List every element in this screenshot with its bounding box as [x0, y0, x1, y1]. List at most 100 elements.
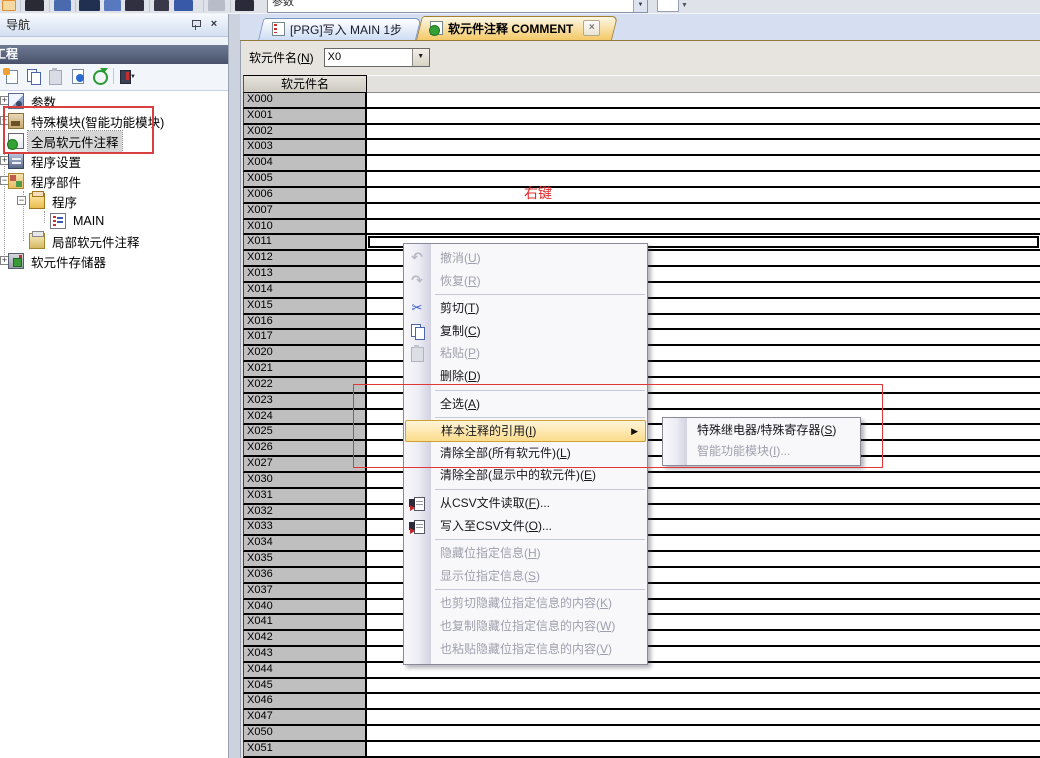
device-name-cell[interactable]: X020	[243, 346, 367, 362]
toolbar-button-icon[interactable]	[2, 0, 16, 11]
device-name-cell[interactable]: X022	[243, 378, 367, 394]
device-name-cell[interactable]: X050	[243, 726, 367, 742]
menu-item[interactable]: 显示位指定信息(S)	[404, 565, 647, 588]
device-name-cell[interactable]: X047	[243, 710, 367, 726]
device-name-cell[interactable]: X005	[243, 172, 367, 188]
tree-item-main-document[interactable]: MAIN	[0, 211, 228, 231]
toolbar-button-icon[interactable]	[235, 0, 254, 11]
comment-cell[interactable]	[367, 710, 1040, 726]
device-name-cell[interactable]: X046	[243, 694, 367, 710]
comment-cell[interactable]	[367, 694, 1040, 710]
device-name-cell[interactable]: X040	[243, 600, 367, 616]
device-name-cell[interactable]: X000	[243, 93, 367, 109]
device-name-cell[interactable]: X030	[243, 473, 367, 489]
pin-icon[interactable]	[189, 18, 202, 31]
comment-cell[interactable]	[367, 125, 1040, 141]
device-name-cell[interactable]: X017	[243, 330, 367, 346]
device-name-cell[interactable]: X001	[243, 109, 367, 125]
device-name-cell[interactable]: X013	[243, 267, 367, 283]
comment-cell[interactable]	[367, 172, 1040, 188]
menu-item[interactable]: 也粘贴隐藏位指定信息的内容(V)	[404, 638, 647, 661]
device-name-cell[interactable]: X045	[243, 679, 367, 695]
device-name-cell[interactable]: X037	[243, 584, 367, 600]
device-name-cell[interactable]: X006	[243, 188, 367, 204]
tree-item-global-comment[interactable]: 全局软元件注释	[0, 131, 228, 151]
device-name-cell[interactable]: X031	[243, 489, 367, 505]
tree-item-device-memory[interactable]: +软元件存储器	[0, 251, 228, 271]
device-name-cell[interactable]: X007	[243, 204, 367, 220]
device-name-cell[interactable]: X025	[243, 425, 367, 441]
comment-cell[interactable]	[367, 726, 1040, 742]
nav-copy-icon[interactable]	[25, 68, 43, 85]
toolbar-button-icon[interactable]	[125, 0, 144, 11]
device-name-cell[interactable]: X032	[243, 505, 367, 521]
device-name-cell[interactable]: X027	[243, 457, 367, 473]
toolbar-button-icon[interactable]	[79, 0, 100, 11]
chevron-down-icon[interactable]: ▼	[681, 2, 688, 9]
device-name-cell[interactable]: X051	[243, 742, 367, 758]
device-name-cell[interactable]: X042	[243, 631, 367, 647]
nav-new-icon[interactable]	[3, 68, 21, 85]
device-name-cell[interactable]: X024	[243, 410, 367, 426]
submenu-item[interactable]: 智能功能模块(I)...	[663, 441, 860, 462]
device-name-cell[interactable]: X033	[243, 520, 367, 536]
nav-property-icon[interactable]	[69, 68, 87, 85]
toolbar-button-icon[interactable]	[208, 0, 225, 11]
comment-cell[interactable]	[367, 188, 1040, 204]
comment-cell[interactable]	[367, 663, 1040, 679]
toolbar-button-icon[interactable]	[174, 0, 193, 11]
menu-item[interactable]: 剪切(T)✂	[404, 297, 647, 320]
nav-sort-icon[interactable]: ▼	[118, 68, 136, 85]
device-name-cell[interactable]: X035	[243, 552, 367, 568]
tree-item-special-module[interactable]: +特殊模块(智能功能模块)	[0, 111, 228, 131]
menu-item[interactable]: 也剪切隐藏位指定信息的内容(K)	[404, 592, 647, 615]
nav-refresh-icon[interactable]	[91, 68, 109, 85]
device-name-cell[interactable]: X015	[243, 299, 367, 315]
menu-item[interactable]: 粘贴(P)	[404, 342, 647, 365]
comment-cell[interactable]	[367, 204, 1040, 220]
comment-cell[interactable]	[367, 220, 1040, 236]
comment-cell[interactable]	[367, 140, 1040, 156]
menu-item[interactable]: 撤消(U)↶	[404, 247, 647, 270]
device-name-cell[interactable]: X043	[243, 647, 367, 663]
tree-item-parameter[interactable]: +参数	[0, 91, 228, 111]
device-name-cell[interactable]: X041	[243, 615, 367, 631]
toolbar-combobox[interactable]: 参数 ▼	[267, 0, 648, 13]
comment-cell[interactable]	[367, 93, 1040, 109]
tab-program-main[interactable]: [PRG]写入 MAIN 1步	[258, 18, 416, 40]
toolbar-button-icon[interactable]	[104, 0, 121, 11]
close-icon[interactable]: ×	[207, 17, 221, 31]
submenu-item[interactable]: 特殊继电器/特殊寄存器(S)	[663, 420, 860, 441]
menu-item[interactable]: 写入至CSV文件(O)...	[404, 515, 647, 538]
toolbar-button-icon[interactable]	[154, 0, 169, 11]
menu-item[interactable]: 全选(A)	[404, 393, 647, 416]
chevron-down-icon[interactable]: ▼	[633, 0, 647, 12]
toolbar-button-icon[interactable]	[54, 0, 71, 11]
device-name-cell[interactable]: X034	[243, 536, 367, 552]
menu-item[interactable]: 从CSV文件读取(F)...	[404, 492, 647, 515]
toolbar-button-icon[interactable]	[25, 0, 44, 11]
device-name-cell[interactable]: X012	[243, 251, 367, 267]
menu-item[interactable]: 清除全部(所有软元件)(L)	[404, 442, 647, 465]
device-name-cell[interactable]: X023	[243, 394, 367, 410]
device-name-cell[interactable]: X014	[243, 283, 367, 299]
comment-cell[interactable]	[367, 679, 1040, 695]
menu-item[interactable]: 清除全部(显示中的软元件)(E)	[404, 464, 647, 487]
comment-cell[interactable]	[367, 109, 1040, 125]
tab-device-comment[interactable]: 软元件注释 COMMENT×	[416, 16, 612, 40]
device-name-cell[interactable]: X002	[243, 125, 367, 141]
device-name-cell[interactable]: X036	[243, 568, 367, 584]
tree-item-program-parts[interactable]: −程序部件	[0, 171, 228, 191]
comment-cell[interactable]	[367, 742, 1040, 758]
menu-item[interactable]: 删除(D)	[404, 365, 647, 388]
toolbar-button-icon[interactable]	[657, 0, 679, 12]
device-name-cell[interactable]: X044	[243, 663, 367, 679]
device-name-cell[interactable]: X004	[243, 156, 367, 172]
chevron-down-icon[interactable]: ▼	[412, 49, 429, 66]
comment-cell[interactable]	[367, 156, 1040, 172]
collapse-icon[interactable]: −	[17, 196, 26, 205]
tree-item-program-setting[interactable]: +程序设置	[0, 151, 228, 171]
menu-item[interactable]: 也复制隐藏位指定信息的内容(W)	[404, 615, 647, 638]
device-name-cell[interactable]: X026	[243, 441, 367, 457]
tree-item-program-folder[interactable]: −程序	[0, 191, 228, 211]
